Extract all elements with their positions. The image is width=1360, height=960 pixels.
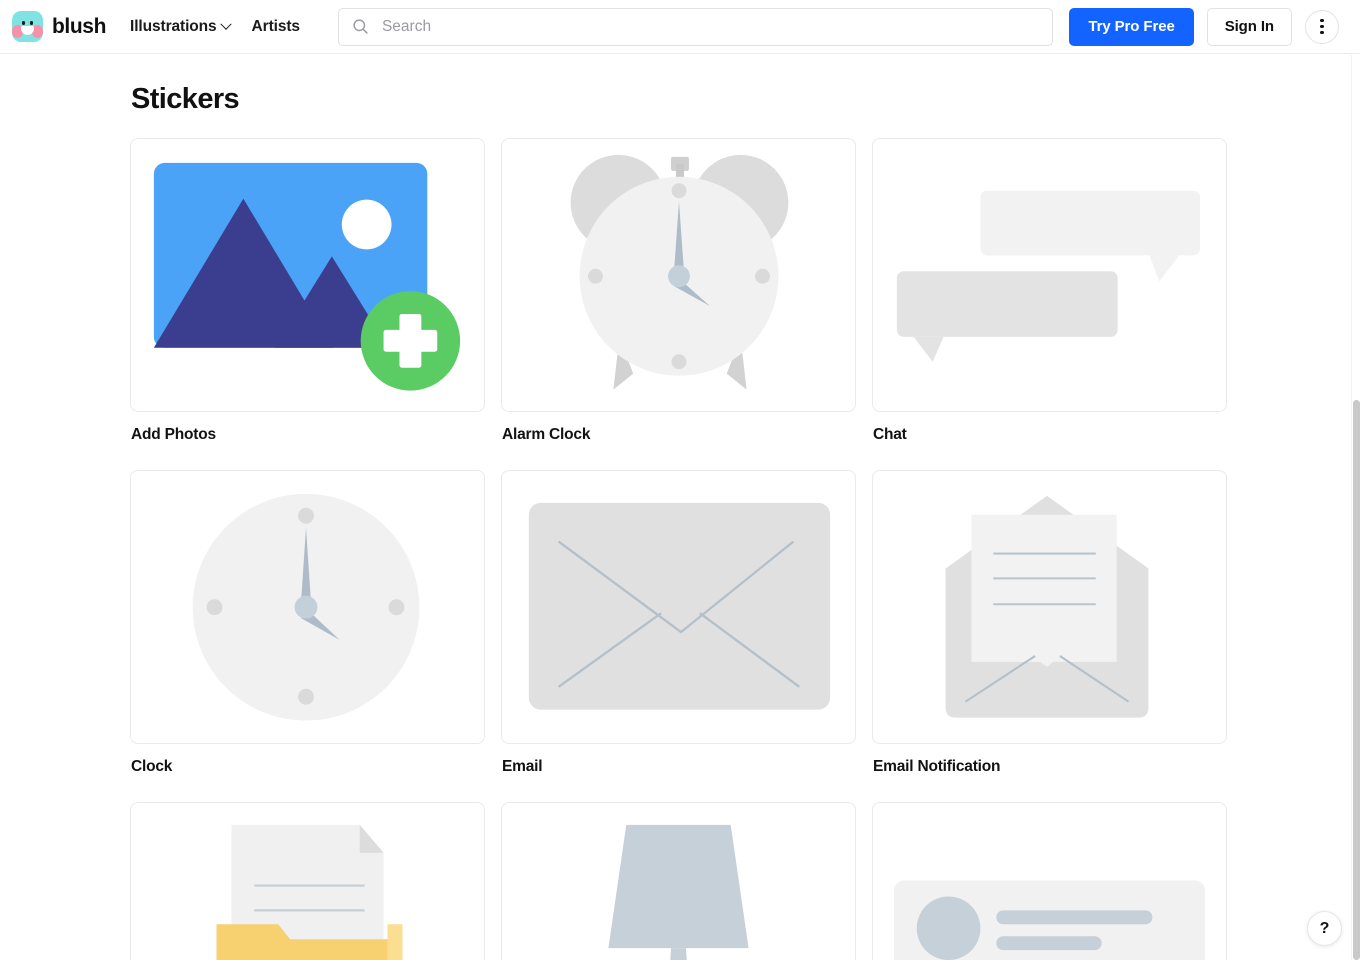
alarm-clock-icon: [570, 154, 789, 390]
brand-logo-link[interactable]: blush: [12, 11, 106, 42]
logo-eye-right: [30, 21, 33, 25]
sticker-card-clock[interactable]: [130, 470, 485, 744]
top-header: blush Illustrations Artists Try Pro Free…: [0, 0, 1360, 54]
page-scrollbar-thumb[interactable]: [1353, 400, 1360, 960]
search-icon: [352, 18, 369, 35]
sticker-label: Email: [502, 758, 543, 775]
email-icon: [528, 502, 831, 710]
nav-item-illustrations-label: Illustrations: [130, 17, 217, 35]
sticker-card-alarm-clock[interactable]: [501, 138, 856, 412]
sticker-cell: Email Notification: [872, 470, 1227, 802]
kebab-dot: [1320, 31, 1324, 35]
kebab-menu-icon[interactable]: [1305, 9, 1339, 44]
sticker-cell: Email: [501, 470, 856, 802]
brand-name: blush: [52, 14, 106, 38]
try-pro-free-button[interactable]: Try Pro Free: [1069, 7, 1194, 46]
search-box[interactable]: [337, 7, 1054, 46]
clock-icon: [192, 493, 420, 721]
sticker-card-email[interactable]: [501, 470, 856, 744]
add-photos-icon: [153, 162, 461, 391]
sticker-grid: Add Photos Alarm Clock Chat Clock Email …: [130, 138, 1230, 960]
sticker-cell: [130, 802, 485, 960]
logo-eye-left: [22, 21, 25, 25]
sticker-label: Alarm Clock: [502, 426, 591, 443]
sticker-card-lamp[interactable]: [501, 802, 856, 960]
sticker-label: Add Photos: [131, 426, 216, 443]
main-content: Stickers Add Photos Alarm Clock Chat Clo…: [0, 83, 1360, 960]
sticker-card-email-notification[interactable]: [872, 470, 1227, 744]
file-folder-icon: [216, 824, 403, 960]
nav-item-artists[interactable]: Artists: [251, 17, 301, 36]
sticker-cell: Alarm Clock: [501, 138, 856, 470]
sticker-cell: Chat: [872, 138, 1227, 470]
sticker-card-message[interactable]: [872, 802, 1227, 960]
kebab-dot: [1320, 18, 1324, 22]
nav-item-illustrations[interactable]: Illustrations: [130, 17, 232, 36]
search-input[interactable]: [379, 16, 1040, 37]
sticker-label: Email Notification: [873, 758, 1001, 775]
help-button[interactable]: ?: [1307, 911, 1342, 946]
sticker-cell: [872, 802, 1227, 960]
blush-blob-logo-icon: [12, 11, 43, 42]
sign-in-button[interactable]: Sign In: [1206, 7, 1292, 46]
sticker-cell: [501, 802, 856, 960]
chat-icon: [896, 190, 1201, 362]
sticker-card-file-folder[interactable]: [130, 802, 485, 960]
kebab-dot: [1320, 24, 1324, 29]
sticker-cell: Clock: [130, 470, 485, 802]
sticker-card-add-photos[interactable]: [130, 138, 485, 412]
page-title: Stickers: [131, 83, 240, 115]
email-notification-icon: [945, 495, 1149, 718]
sticker-cell: Add Photos: [130, 138, 485, 470]
chevron-down-icon: [219, 18, 232, 30]
page-scrollbar[interactable]: [1351, 55, 1360, 960]
sticker-label: Chat: [873, 426, 907, 443]
message-card-icon: [893, 880, 1206, 960]
sticker-label: Clock: [131, 758, 173, 775]
nav-item-artists-label: Artists: [251, 17, 301, 35]
lamp-icon: [608, 824, 749, 960]
sticker-card-chat[interactable]: [872, 138, 1227, 412]
